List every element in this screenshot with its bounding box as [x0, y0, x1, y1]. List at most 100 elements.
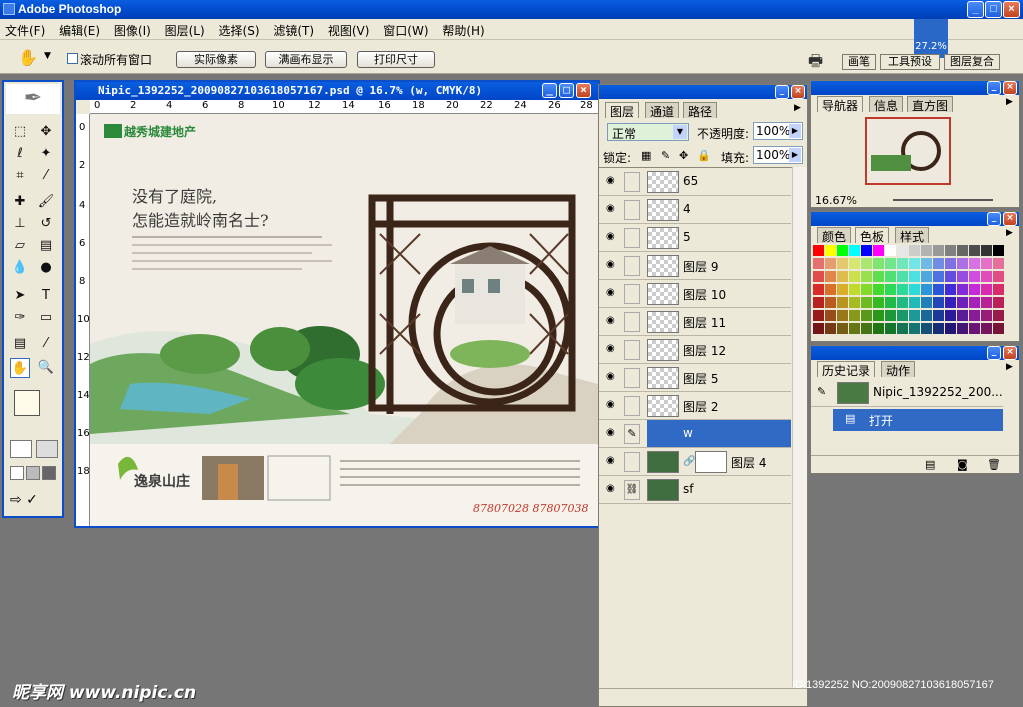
eye-icon[interactable]: ◉: [606, 176, 619, 186]
menu-filter[interactable]: 滤镜(T): [268, 19, 319, 39]
layers-scrollbar[interactable]: [792, 167, 807, 687]
path-selection-icon[interactable]: ➤: [10, 286, 30, 306]
doc-minimize-button[interactable]: _: [542, 83, 557, 98]
layer-row[interactable]: ◉ 4: [599, 196, 791, 224]
link-toggle[interactable]: [624, 452, 640, 472]
color-swatch[interactable]: [945, 245, 956, 256]
eye-icon[interactable]: ◉: [606, 204, 619, 214]
color-swatch[interactable]: [981, 284, 992, 295]
feather-logo-icon[interactable]: ✒: [6, 84, 60, 114]
color-swatch[interactable]: [933, 271, 944, 282]
color-swatch[interactable]: [933, 284, 944, 295]
eye-icon[interactable]: ◉: [606, 344, 619, 354]
marquee-tool-icon[interactable]: ⬚: [10, 122, 30, 142]
layers-close-button[interactable]: ×: [791, 85, 805, 99]
clone-stamp-icon[interactable]: ⊥: [10, 214, 30, 234]
trash-icon[interactable]: 🗑: [987, 458, 1001, 471]
link-toggle[interactable]: [624, 200, 640, 220]
color-swatch[interactable]: [849, 323, 860, 334]
color-swatch[interactable]: [897, 271, 908, 282]
lock-image-icon[interactable]: ✎: [661, 149, 670, 162]
color-swatch[interactable]: [897, 310, 908, 321]
color-swatch[interactable]: [957, 297, 968, 308]
color-swatch[interactable]: [825, 245, 836, 256]
color-swatch[interactable]: [981, 310, 992, 321]
menu-layer[interactable]: 图层(L): [160, 19, 210, 39]
color-swatch[interactable]: [873, 258, 884, 269]
scroll-all-checkbox[interactable]: [67, 53, 78, 64]
history-menu-arrow-icon[interactable]: ▶: [1006, 362, 1013, 372]
color-swatch[interactable]: [813, 297, 824, 308]
history-brush-source-icon[interactable]: ✎: [817, 385, 826, 398]
color-swatch[interactable]: [873, 323, 884, 334]
color-swatch[interactable]: [921, 284, 932, 295]
tab-history[interactable]: 历史记录: [817, 361, 876, 378]
close-button[interactable]: ×: [1003, 1, 1020, 18]
color-swatch[interactable]: [837, 271, 848, 282]
swatches-close-button[interactable]: ×: [1003, 212, 1017, 226]
dock-tab-tool-presets[interactable]: 工具预设: [880, 54, 940, 70]
color-swatch[interactable]: [849, 297, 860, 308]
blend-mode-select[interactable]: 正常 ▼: [607, 123, 689, 141]
tab-styles[interactable]: 样式: [895, 227, 930, 244]
color-swatch[interactable]: [969, 310, 980, 321]
color-swatch[interactable]: [861, 258, 872, 269]
blur-tool-icon[interactable]: 💧: [10, 258, 30, 278]
move-tool-icon[interactable]: ✥: [36, 122, 56, 142]
color-swatch[interactable]: [849, 245, 860, 256]
dock-tab-layer-comps[interactable]: 图层复合: [944, 54, 1000, 70]
color-swatch[interactable]: [945, 258, 956, 269]
color-swatch[interactable]: [813, 284, 824, 295]
camera-icon[interactable]: ◙: [957, 458, 968, 471]
color-swatch[interactable]: [957, 323, 968, 334]
color-swatch[interactable]: [993, 271, 1004, 282]
menu-select[interactable]: 选择(S): [214, 19, 265, 39]
color-swatch[interactable]: [813, 271, 824, 282]
new-document-icon[interactable]: ▤: [925, 458, 935, 471]
color-swatch[interactable]: [969, 245, 980, 256]
color-swatch[interactable]: [945, 284, 956, 295]
color-swatch[interactable]: [921, 310, 932, 321]
tab-channels[interactable]: 通道: [645, 102, 680, 119]
color-swatch[interactable]: [921, 258, 932, 269]
eye-icon[interactable]: ◉: [606, 288, 619, 298]
color-swatch[interactable]: [993, 323, 1004, 334]
color-swatch[interactable]: [813, 245, 824, 256]
link-toggle[interactable]: [624, 340, 640, 360]
layer-row[interactable]: ◉ 图层 5: [599, 364, 791, 392]
layer-row[interactable]: ◉ 5: [599, 224, 791, 252]
minimize-button[interactable]: _: [967, 1, 984, 18]
color-swatch[interactable]: [909, 271, 920, 282]
eye-icon[interactable]: ◉: [606, 372, 619, 382]
color-swatch[interactable]: [897, 258, 908, 269]
screen-mode-full-icon[interactable]: [42, 466, 56, 480]
link-toggle[interactable]: [624, 172, 640, 192]
color-swatch[interactable]: [981, 271, 992, 282]
color-swatch[interactable]: [909, 284, 920, 295]
dodge-tool-icon[interactable]: ●: [36, 258, 56, 278]
color-swatch[interactable]: [849, 258, 860, 269]
color-swatch[interactable]: [921, 245, 932, 256]
eye-icon[interactable]: ◉: [606, 400, 619, 410]
swatches-menu-arrow-icon[interactable]: ▶: [1006, 228, 1013, 238]
eyedropper-icon[interactable]: ⁄: [36, 334, 56, 354]
color-swatch[interactable]: [813, 258, 824, 269]
color-swatch[interactable]: [945, 271, 956, 282]
healing-brush-icon[interactable]: ✚: [10, 192, 30, 212]
color-swatch[interactable]: [837, 284, 848, 295]
swatch-grid[interactable]: [813, 245, 1005, 337]
color-swatch[interactable]: [981, 258, 992, 269]
color-swatch[interactable]: [981, 323, 992, 334]
color-swatch[interactable]: [873, 245, 884, 256]
jump-to-imageready-icon[interactable]: ⇨ ✓: [10, 492, 54, 510]
eye-icon[interactable]: ◉: [606, 232, 619, 242]
color-swatch[interactable]: [861, 271, 872, 282]
color-swatch[interactable]: [837, 323, 848, 334]
color-swatch[interactable]: [933, 297, 944, 308]
zoom-tool-icon[interactable]: 🔍: [36, 358, 56, 378]
eye-icon[interactable]: ◉: [606, 316, 619, 326]
color-swatch[interactable]: [981, 245, 992, 256]
swatches-minimize-button[interactable]: _: [987, 212, 1001, 226]
crop-tool-icon[interactable]: ⌗: [10, 166, 30, 186]
color-swatch[interactable]: [885, 284, 896, 295]
